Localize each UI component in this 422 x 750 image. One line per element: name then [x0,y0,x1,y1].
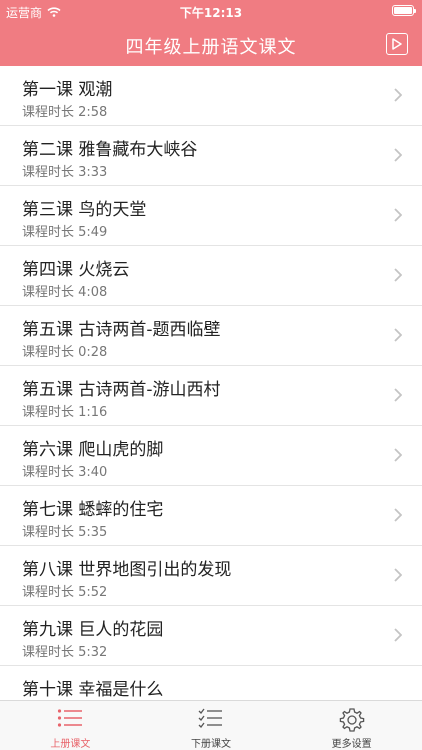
lesson-row[interactable]: 第四课 火烧云 课程时长 4:08 [0,246,422,306]
tab-label: 下册课文 [191,739,231,750]
chevron-right-icon [394,388,402,402]
lesson-duration: 课程时长 3:40 [22,465,108,480]
chevron-right-icon [394,508,402,522]
lesson-duration: 课程时长 0:28 [22,345,108,360]
chevron-right-icon [394,628,402,642]
tab-label: 上册课文 [50,739,91,750]
lesson-row[interactable]: 第一课 观潮 课程时长 2:58 [0,66,422,126]
status-time: 下午12:13 [179,6,243,20]
page-title: 四年级上册语文课文 [125,37,297,58]
lesson-row[interactable]: 第五课 古诗两首-题西临壁 课程时长 0:28 [0,306,422,366]
gear-icon [339,708,364,732]
lesson-title: 第二课 雅鲁藏布大峡谷 [22,140,198,160]
lesson-duration: 课程时长 5:52 [22,585,108,600]
lesson-duration: 课程时长 2:58 [22,105,108,120]
chevron-right-icon [394,568,402,582]
tab-more-settings[interactable]: 更多设置 [281,701,422,750]
chevron-right-icon [394,268,402,282]
chevron-right-icon [394,448,402,462]
chevron-right-icon [394,208,402,222]
lesson-row[interactable]: 第二课 雅鲁藏布大峡谷 课程时长 3:33 [0,126,422,186]
list-icon [58,709,83,727]
chevron-right-icon [394,328,402,342]
lesson-row[interactable]: 第七课 蟋蟀的住宅 课程时长 5:35 [0,486,422,546]
battery-icon [392,5,416,16]
tab-bar: 上册课文 下册课文 更多设置 [0,700,422,750]
lesson-title: 第五课 古诗两首-题西临壁 [22,320,221,340]
lesson-row[interactable]: 第九课 巨人的花园 课程时长 5:32 [0,606,422,666]
play-button[interactable] [386,33,408,55]
lesson-title: 第一课 观潮 [22,80,113,100]
lesson-title: 第十课 幸福是什么 [22,680,164,700]
lesson-title: 第七课 蟋蟀的住宅 [22,500,164,520]
lesson-title: 第八课 世界地图引出的发现 [22,560,232,580]
play-icon [392,38,402,50]
tab-lower-volume[interactable]: 下册课文 [141,701,282,750]
lesson-row[interactable]: 第八课 世界地图引出的发现 课程时长 5:52 [0,546,422,606]
lesson-list[interactable]: 第一课 观潮 课程时长 2:58 第二课 雅鲁藏布大峡谷 课程时长 3:33 第… [0,66,422,700]
chevron-right-icon [394,88,402,102]
lesson-row[interactable]: 第三课 鸟的天堂 课程时长 5:49 [0,186,422,246]
tab-label: 更多设置 [331,739,372,750]
tab-upper-volume[interactable]: 上册课文 [0,701,141,750]
lesson-duration: 课程时长 5:32 [22,645,108,660]
nav-bar: 四年级上册语文课文 [0,22,422,66]
lesson-duration: 课程时长 5:49 [22,225,108,240]
lesson-title: 第三课 鸟的天堂 [22,200,147,220]
lesson-row[interactable]: 第十课 幸福是什么 [0,666,422,700]
lesson-title: 第五课 古诗两首-游山西村 [22,380,221,400]
lesson-title: 第九课 巨人的花园 [22,620,164,640]
lesson-duration: 课程时长 3:33 [22,165,108,180]
lesson-title: 第四课 火烧云 [22,260,130,280]
lesson-row[interactable]: 第五课 古诗两首-游山西村 课程时长 1:16 [0,366,422,426]
checklist-icon [198,708,222,728]
lesson-duration: 课程时长 5:35 [22,525,108,540]
status-bar: 运营商 下午12:13 [0,0,422,22]
lesson-title: 第六课 爬山虎的脚 [22,440,164,460]
lesson-row[interactable]: 第六课 爬山虎的脚 课程时长 3:40 [0,426,422,486]
lesson-duration: 课程时长 1:16 [22,405,108,420]
chevron-right-icon [394,148,402,162]
lesson-duration: 课程时长 4:08 [22,285,108,300]
